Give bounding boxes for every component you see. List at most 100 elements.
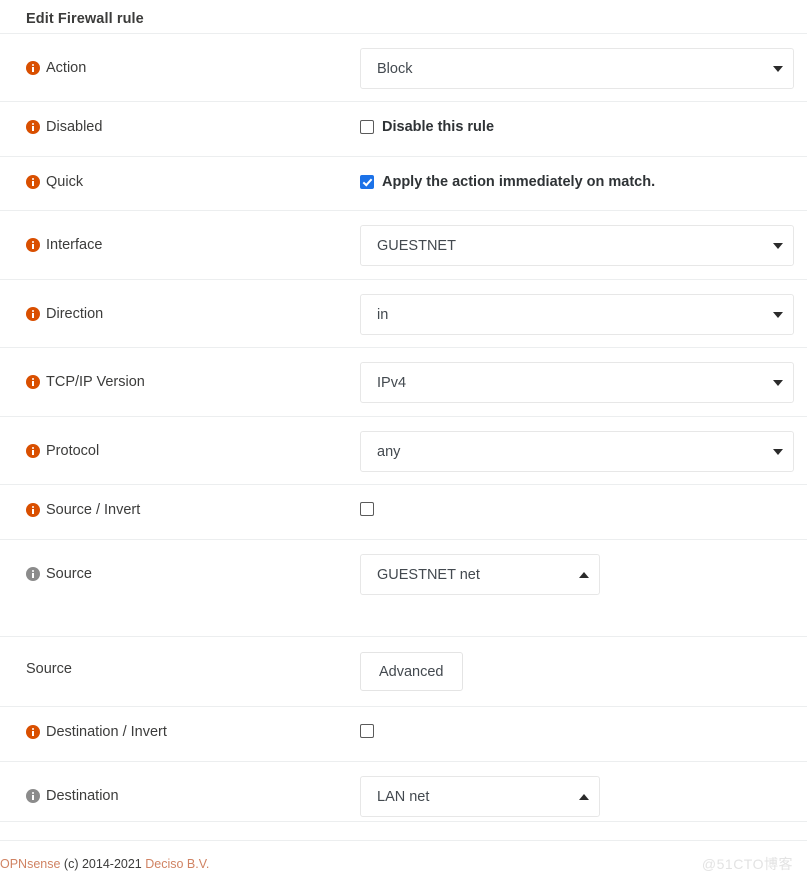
select-protocol[interactable]: any [360,431,794,472]
row-label: Interface [46,237,103,253]
row-label-cell: Destination [0,762,360,804]
info-icon-orange[interactable] [26,725,40,739]
info-icon-gray[interactable] [26,567,40,581]
row-label-cell: Source / Invert [0,485,360,518]
select-value: Block [377,60,413,77]
row-label: Destination / Invert [46,724,167,740]
select-action[interactable]: Block [360,48,794,89]
info-icon-orange[interactable] [26,61,40,75]
row-label: Source [46,566,92,582]
row-field-cell: IPv4 [360,348,807,403]
select-tcpip-version[interactable]: IPv4 [360,362,794,403]
page-title: Edit Firewall rule [26,10,144,27]
select-interface[interactable]: GUESTNET [360,225,794,266]
form-row-interface: Interface GUESTNET [0,211,807,280]
chevron-down-icon[interactable] [773,311,783,318]
row-label-cell: Quick [0,157,360,190]
form-row-destination: Destination LAN net [0,762,807,822]
checkbox-destination-invert[interactable] [360,724,374,738]
form-row-protocol: Protocol any [0,417,807,485]
form-row-action: Action Block [0,34,807,102]
row-label-cell: Protocol [0,417,360,459]
row-label: Source / Invert [46,502,141,518]
select-value: in [377,306,389,323]
row-field-cell: LAN net [360,762,807,817]
row-field-cell: GUESTNET [360,211,807,266]
row-field-cell: any [360,417,807,472]
row-label-cell: Disabled [0,102,360,135]
chevron-up-icon[interactable] [579,793,589,800]
form-row-source: Source GUESTNET net [0,540,807,637]
footer-link-deciso[interactable]: Deciso B.V. [145,857,209,871]
form-row-source-advanced: Source Advanced [0,637,807,707]
select-value: LAN net [377,788,430,805]
footer-text: OPNsense (c) 2014-2021 Deciso B.V. [0,857,209,871]
row-label-cell: Direction [0,280,360,322]
select-value: GUESTNET [377,237,456,254]
firewall-rule-form: Action Block Disabled Disable this rule Quic… [0,34,807,822]
info-icon-orange[interactable] [26,120,40,134]
chevron-down-icon[interactable] [773,448,783,455]
chevron-up-icon[interactable] [579,571,589,578]
select-value: GUESTNET net [377,566,480,583]
checkbox-wrap-disabled[interactable]: Disable this rule [360,119,494,135]
advanced-button[interactable]: Advanced [360,652,463,691]
row-field-cell: Advanced [360,637,807,691]
row-label-cell: Action [0,34,360,76]
row-label-cell: TCP/IP Version [0,348,360,390]
row-label: Destination [46,788,119,804]
info-icon-orange[interactable] [26,238,40,252]
row-label-cell: Interface [0,211,360,253]
row-field-cell [360,485,807,516]
select-destination[interactable]: LAN net [360,776,600,817]
row-label-cell: Destination / Invert [0,707,360,740]
checkbox-quick[interactable] [360,175,374,189]
info-icon-orange[interactable] [26,444,40,458]
info-icon-orange[interactable] [26,307,40,321]
row-field-cell: GUESTNET net [360,540,807,595]
row-label: TCP/IP Version [46,374,145,390]
form-row-source-invert: Source / Invert [0,485,807,540]
form-row-quick: Quick Apply the action immediately on mat… [0,157,807,211]
checkbox-wrap-destination-invert[interactable] [360,724,374,738]
checkbox-disabled[interactable] [360,120,374,134]
info-icon-orange[interactable] [26,175,40,189]
footer: OPNsense (c) 2014-2021 Deciso B.V. [0,840,807,886]
row-label: Quick [46,174,84,190]
panel-header: Edit Firewall rule [0,0,807,34]
checkbox-label: Disable this rule [382,119,495,135]
footer-copyright: (c) 2014-2021 [60,856,146,871]
select-value: any [377,443,401,460]
row-label-cell: Source [0,540,360,582]
info-icon-gray[interactable] [26,789,40,803]
chevron-down-icon[interactable] [773,65,783,72]
chevron-down-icon[interactable] [773,379,783,386]
row-label: Source [26,661,72,677]
row-field-cell [360,707,807,738]
form-row-tcpip-version: TCP/IP Version IPv4 [0,348,807,417]
checkbox-label: Apply the action immediately on match. [382,174,656,190]
watermark: @51CTO博客 [701,856,793,872]
form-row-destination-invert: Destination / Invert [0,707,807,762]
row-label: Action [46,60,87,76]
row-field-cell: Disable this rule [360,102,807,135]
checkbox-source-invert[interactable] [360,502,374,516]
form-row-disabled: Disabled Disable this rule [0,102,807,157]
select-value: IPv4 [377,374,407,391]
row-label: Direction [46,306,104,322]
row-label: Disabled [46,119,103,135]
footer-link-opnsense[interactable]: OPNsense [0,857,60,871]
checkbox-wrap-quick[interactable]: Apply the action immediately on match. [360,174,655,190]
checkbox-wrap-source-invert[interactable] [360,502,374,516]
row-field-cell: Block [360,34,807,89]
row-field-cell: in [360,280,807,335]
select-source[interactable]: GUESTNET net [360,554,600,595]
row-label: Protocol [46,443,100,459]
row-label-cell: Source [0,637,360,677]
info-icon-orange[interactable] [26,375,40,389]
form-row-direction: Direction in [0,280,807,348]
row-field-cell: Apply the action immediately on match. [360,157,807,190]
chevron-down-icon[interactable] [773,242,783,249]
info-icon-orange[interactable] [26,503,40,517]
select-direction[interactable]: in [360,294,794,335]
